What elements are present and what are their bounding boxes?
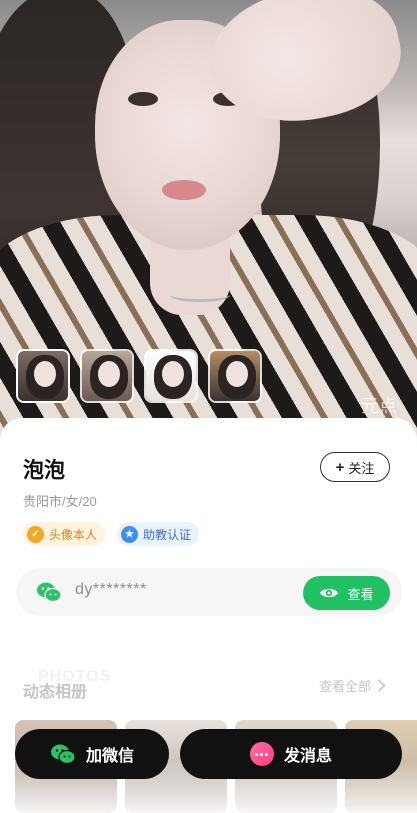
star-badge-icon: ★	[121, 525, 138, 543]
follow-label: 关注	[348, 460, 375, 476]
album-title: 动态相册	[23, 684, 88, 701]
chat-bubble-icon	[249, 742, 274, 766]
check-badge-icon: ✓	[27, 525, 44, 543]
wechat-masked-id: dy********	[75, 581, 147, 598]
plus-icon: +	[335, 458, 345, 476]
badge-mentor-certified: ★ 助教认证	[117, 522, 200, 546]
lips-shape	[162, 180, 206, 200]
wechat-icon	[50, 744, 76, 765]
badge-avatar-verified: ✓ 头像本人	[23, 522, 106, 546]
badge-label: 头像本人	[49, 527, 98, 542]
add-wechat-label: 加微信	[85, 748, 134, 765]
eye-shape	[128, 92, 158, 106]
wechat-icon	[37, 582, 62, 603]
photo-thumbnail-1[interactable]	[16, 349, 70, 403]
send-message-button[interactable]: 发消息	[180, 729, 402, 779]
photo-thumbnail-2[interactable]	[80, 349, 134, 403]
send-message-label: 发消息	[283, 748, 332, 765]
profile-meta: 贵阳市/女/20	[23, 494, 97, 509]
photo-thumbnail-strip	[16, 349, 262, 403]
photo-watermark: 元点	[361, 396, 397, 417]
view-all-link[interactable]: 查看全部	[319, 676, 386, 695]
view-label: 查看	[347, 586, 374, 602]
photo-thumbnail-3[interactable]	[144, 349, 198, 403]
view-wechat-button[interactable]: 查看	[303, 576, 390, 610]
photo-thumbnail-4[interactable]	[208, 349, 262, 403]
view-all-label: 查看全部	[319, 679, 372, 694]
necklace-shape	[170, 288, 230, 302]
profile-name: 泡泡	[23, 459, 65, 482]
follow-button[interactable]: + 关注	[320, 452, 390, 482]
badge-label: 助教认证	[143, 527, 192, 542]
add-wechat-button[interactable]: 加微信	[15, 729, 169, 779]
chevron-right-icon	[377, 679, 386, 692]
eye-icon	[320, 588, 339, 598]
